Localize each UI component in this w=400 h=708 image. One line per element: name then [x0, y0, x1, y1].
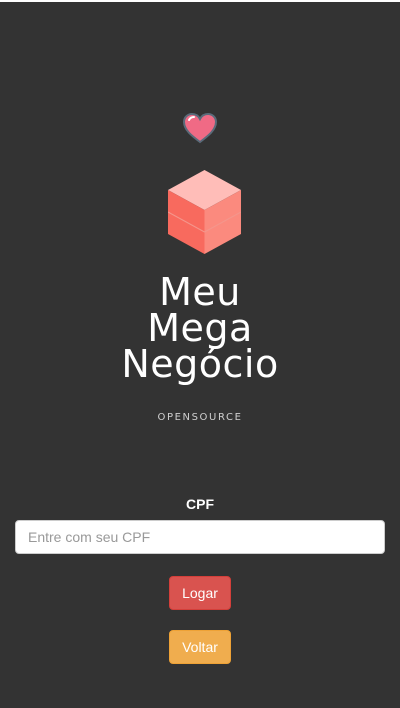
back-button[interactable]: Voltar	[169, 630, 231, 664]
brand-name: Meu Mega Negócio	[0, 270, 400, 386]
login-screen: Meu Mega Negócio OPENSOURCE CPF Logar Vo…	[0, 0, 400, 708]
heart-icon	[182, 112, 218, 144]
brand-line-3: Negócio	[121, 342, 279, 386]
cpf-input[interactable]	[15, 520, 385, 554]
brand-line-1: Meu	[159, 270, 241, 314]
brand-subtitle: OPENSOURCE	[157, 412, 243, 423]
cube-icon	[168, 170, 241, 254]
cpf-label: CPF	[186, 496, 214, 512]
brand-line-2: Mega	[147, 306, 253, 350]
login-button[interactable]: Logar	[169, 576, 231, 610]
